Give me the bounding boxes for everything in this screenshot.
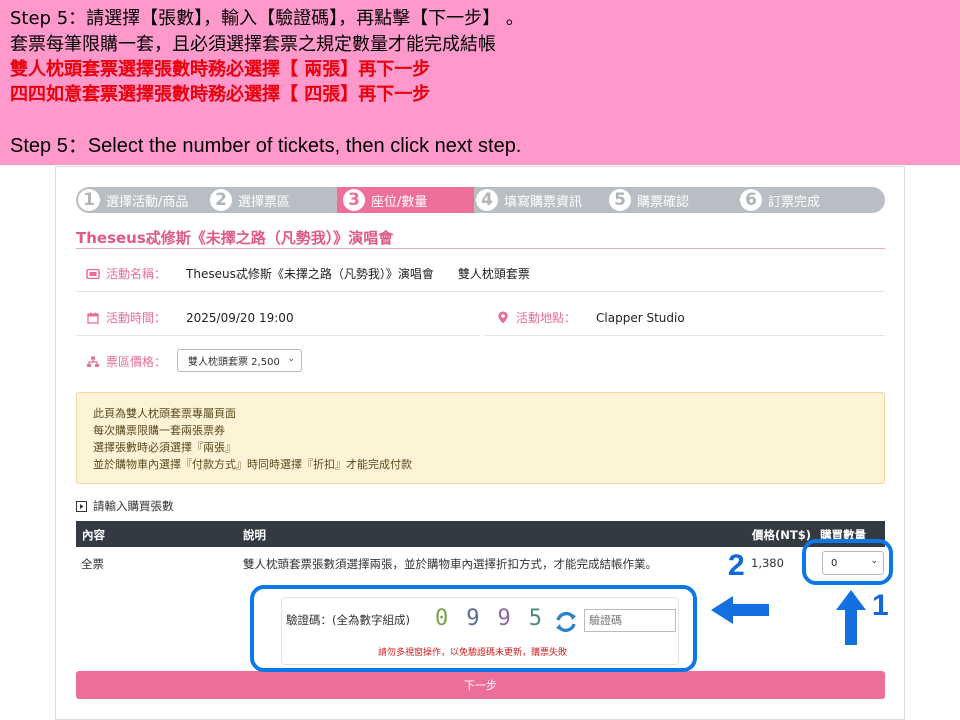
col-description: 說明 (243, 528, 266, 542)
annotation-number-1: 1 (872, 589, 889, 622)
notice-line: 並於購物車內選擇『付款方式』時同時選擇『折扣』才能完成付款 (93, 458, 412, 471)
instruction-line-4: 四四如意套票選擇張數時務必選擇【 四張】再下一步 (10, 84, 431, 105)
package-notice: 此頁為雙人枕頭套票專屬頁面 每次購票限購一套兩張票券 選擇張數時必須選擇『兩張』… (76, 392, 885, 484)
step-2: 2 選擇票區 (210, 187, 344, 213)
step-4: 4 填寫購票資訊 (476, 187, 610, 213)
divider (484, 335, 885, 336)
step-number: 3 (343, 189, 365, 211)
step-number: 6 (740, 189, 762, 211)
notice-line: 選擇張數時必須選擇『兩張』 (93, 441, 236, 454)
chevron-down-icon: ⌄ (287, 354, 295, 364)
event-time-row: 活動時間： 2025/09/20 19:00 (86, 309, 294, 326)
event-time-label: 活動時間： (106, 311, 167, 325)
divider (76, 335, 480, 336)
step-label: 選擇票區 (238, 194, 291, 210)
event-name-label: 活動名稱： (106, 267, 167, 281)
ticket-type-cell: 全票 (81, 557, 104, 571)
ticket-desc-cell: 雙人枕頭套票張數須選擇兩張，並於購物車內選擇折扣方式，才能完成結帳作業。 (243, 557, 657, 571)
next-step-button[interactable]: 下一步 (76, 671, 885, 699)
quantity-highlight-box (802, 539, 893, 585)
step-label: 填寫購票資訊 (504, 194, 583, 210)
price-zone-selected: 雙人枕頭套票 2,500 (188, 357, 280, 368)
divider (76, 291, 885, 292)
event-venue-label: 活動地點： (516, 311, 577, 325)
map-pin-icon (498, 311, 508, 324)
annotation-number-2: 2 (728, 549, 745, 582)
section-heading-text: 請輸入購買張數 (93, 499, 174, 513)
step-progress-bar: 1 選擇活動/商品 2 選擇票區 3 座位/數量 4 填寫購票資訊 5 購票確認… (76, 187, 885, 213)
event-title: Theseus忒修斯《未擇之路（凡勢我）》演唱會 (76, 227, 885, 249)
event-name-value: Theseus忒修斯《未擇之路（凡勢我）》演唱會 雙人枕頭套票 (186, 267, 530, 281)
step-number: 4 (476, 189, 498, 211)
arrow-left-icon (711, 596, 769, 624)
col-price: 價格(NT$) (752, 528, 811, 542)
calendar-icon (87, 312, 99, 324)
instruction-banner: Step 5：請選擇【張數】，輸入【驗證碼】，再點擊【下一步】 。 套票每筆限購… (0, 0, 960, 165)
notice-line: 每次購票限購一套兩張票券 (93, 424, 225, 437)
play-square-icon (76, 500, 87, 512)
notice-line: 此頁為雙人枕頭套票專屬頁面 (93, 407, 236, 420)
instruction-line-en: Step 5：Select the number of tickets, the… (10, 135, 522, 157)
instruction-line-1: Step 5：請選擇【張數】，輸入【驗證碼】，再點擊【下一步】 。 (10, 8, 524, 29)
section-heading: 請輸入購買張數 (76, 498, 174, 514)
captcha-highlight-box (250, 585, 697, 672)
event-venue-value: Clapper Studio (596, 310, 685, 325)
step-number: 2 (210, 189, 232, 211)
sitemap-icon (87, 356, 99, 367)
arrow-up-icon (836, 590, 866, 645)
event-venue-row: 活動地點： Clapper Studio (496, 309, 685, 326)
event-name-row: 活動名稱： Theseus忒修斯《未擇之路（凡勢我）》演唱會 雙人枕頭套票 (86, 265, 530, 282)
step-label: 訂票完成 (768, 194, 821, 210)
step-label: 選擇活動/商品 (106, 194, 189, 210)
instruction-line-3: 雙人枕頭套票選擇張數時務必選擇【 兩張】再下一步 (10, 59, 431, 80)
step-number: 5 (609, 189, 631, 211)
ticket-price-cell: 1,380 (751, 556, 784, 570)
instruction-line-2: 套票每筆限購一套，且必須選擇套票之規定數量才能完成結帳 (10, 34, 496, 55)
col-content: 內容 (82, 528, 105, 542)
step-6: 6 訂票完成 (740, 187, 880, 213)
step-3-active: 3 座位/數量 (337, 187, 474, 213)
price-zone-label: 票區價格： (106, 355, 167, 369)
step-number: 1 (78, 189, 100, 211)
ticket-table-header: 內容 說明 價格(NT$) 購買數量 (76, 521, 885, 547)
step-label: 座位/數量 (371, 194, 428, 210)
ticket-icon (86, 268, 100, 279)
event-time-value: 2025/09/20 19:00 (186, 310, 294, 325)
price-zone-row: 票區價格： (86, 353, 166, 370)
price-zone-select[interactable]: 雙人枕頭套票 2,500 ⌄ (177, 349, 302, 372)
step-5: 5 購票確認 (609, 187, 743, 213)
step-1: 1 選擇活動/商品 (76, 187, 210, 213)
step-label: 購票確認 (637, 194, 690, 210)
